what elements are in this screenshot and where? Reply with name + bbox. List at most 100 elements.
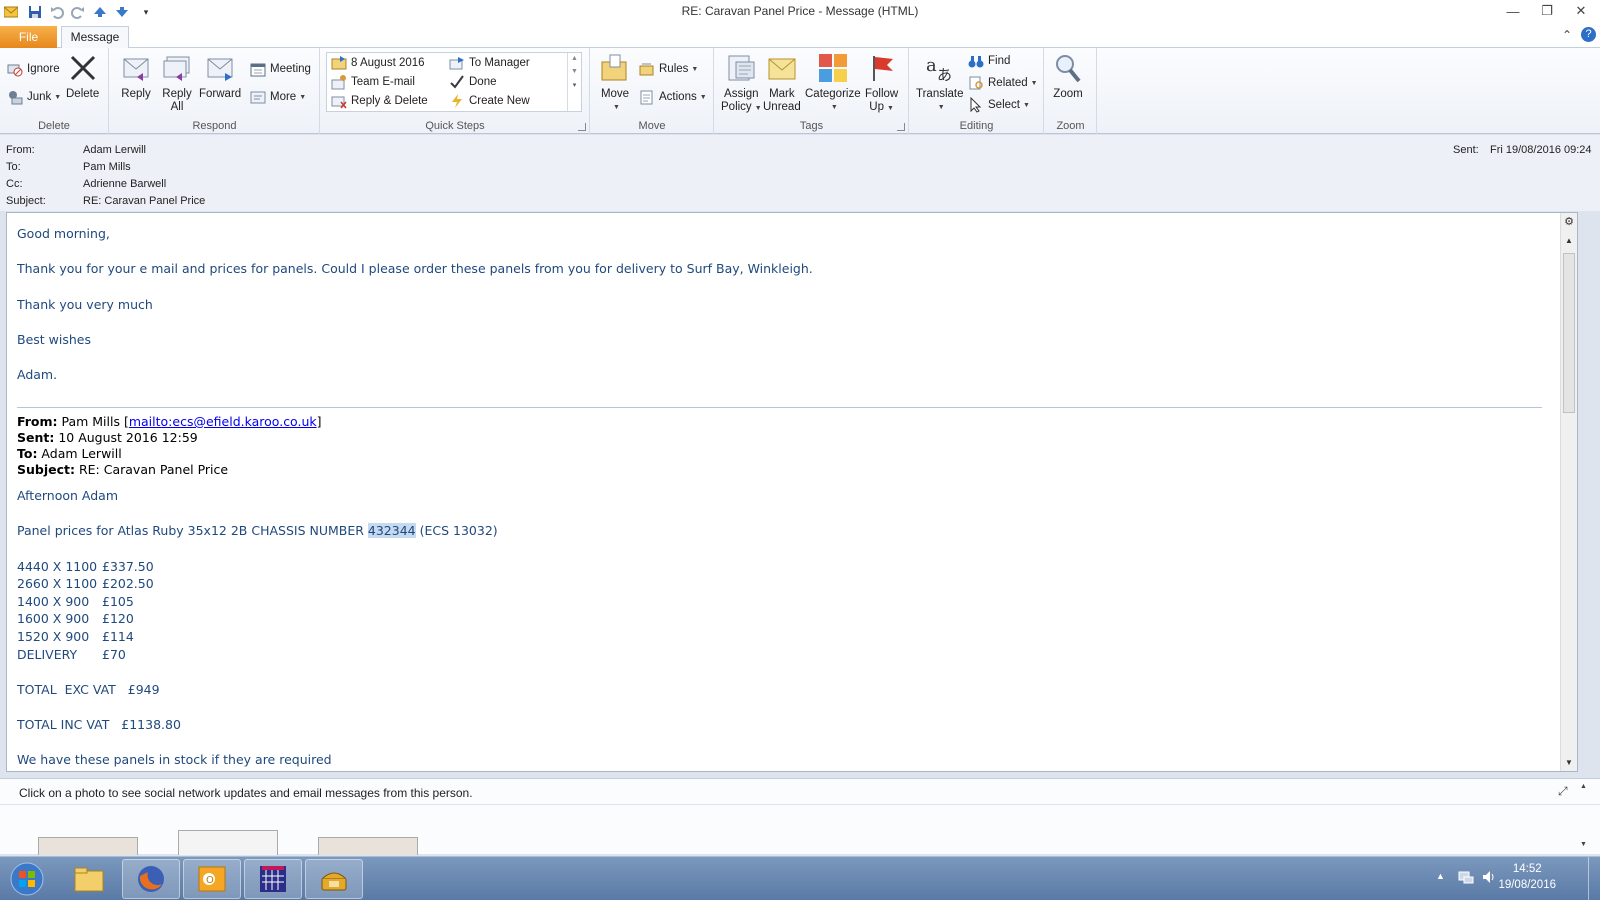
from-label: From: xyxy=(6,144,35,156)
reply-all-icon xyxy=(161,52,193,84)
forward-icon xyxy=(204,52,236,84)
start-button[interactable] xyxy=(2,859,52,899)
follow-up-button[interactable]: Follow Up ▼ xyxy=(865,52,898,115)
total-exc-vat: TOTAL EXC VAT £949 xyxy=(17,682,160,697)
scroll-down-icon[interactable]: ▼ xyxy=(1580,841,1587,848)
zoom-group: Zoom Zoom xyxy=(1045,48,1097,134)
delete-icon xyxy=(67,52,99,84)
ignore-icon xyxy=(7,61,23,77)
phone-app-taskbar-button[interactable] xyxy=(305,859,363,899)
related-icon xyxy=(968,75,984,91)
related-button[interactable]: Related ▼ xyxy=(968,74,1038,92)
quick-steps-scroll[interactable]: ▲ ▼ ▾ xyxy=(567,53,581,111)
contact-photo-placeholder[interactable] xyxy=(178,830,278,855)
expand-gallery-icon[interactable]: ▾ xyxy=(568,81,581,89)
assign-policy-button[interactable]: Assign Policy ▼ xyxy=(721,52,762,115)
collapse-icon[interactable]: ▲ xyxy=(1580,783,1587,790)
reply-all-button[interactable]: Reply All xyxy=(161,52,193,114)
meeting-button[interactable]: Meeting xyxy=(250,60,311,78)
zoom-button[interactable]: Zoom xyxy=(1052,52,1084,101)
restore-button[interactable]: ❐ xyxy=(1530,0,1564,22)
ignore-button[interactable]: Ignore xyxy=(7,60,60,78)
quick-step-reply-delete[interactable]: Reply & Delete xyxy=(331,92,428,110)
scroll-down-icon[interactable]: ▼ xyxy=(568,68,581,75)
chassis-number-selection[interactable]: 432344 xyxy=(367,523,416,538)
explorer-taskbar-button[interactable] xyxy=(60,859,118,899)
divider xyxy=(0,804,1600,805)
body-cut-line: We have these panels in stock if they ar… xyxy=(17,752,332,767)
quick-step-8-august[interactable]: 8 August 2016 xyxy=(331,54,425,72)
actions-button[interactable]: Actions ▼ xyxy=(639,88,707,106)
message-body[interactable]: Good morning, Thank you for your e mail … xyxy=(6,212,1578,772)
close-button[interactable]: ✕ xyxy=(1564,0,1598,22)
outlook-taskbar-button[interactable]: O xyxy=(183,859,241,899)
tags-group: Assign Policy ▼ Mark Unread Categorize ▼ … xyxy=(715,48,909,134)
zoom-group-label: Zoom xyxy=(1056,120,1085,132)
quick-step-to-manager[interactable]: To Manager xyxy=(449,54,530,72)
delete-button[interactable]: Delete xyxy=(66,52,99,101)
show-desktop-button[interactable] xyxy=(1588,857,1600,900)
quick-step-done[interactable]: Done xyxy=(449,73,497,91)
chevron-down-icon: ▼ xyxy=(1022,101,1030,109)
total-inc-vat: TOTAL INC VAT £1138.80 xyxy=(17,717,181,732)
ribbon: Ignore Junk ▼ Delete Delete Reply Reply A… xyxy=(0,48,1600,134)
help-icon[interactable]: ? xyxy=(1581,27,1596,42)
cc-value[interactable]: Adrienne Barwell xyxy=(83,178,166,190)
price-row: 2660 X 1100 £202.50 xyxy=(17,576,154,591)
move-button[interactable]: Move ▼ xyxy=(599,52,631,114)
rules-button[interactable]: Rules ▼ xyxy=(639,60,698,78)
scroll-up-icon[interactable]: ▲ xyxy=(1561,233,1577,247)
reply-button[interactable]: Reply xyxy=(120,52,152,101)
panel-prices-line: Panel prices for Atlas Ruby 35x12 2B CHA… xyxy=(17,523,498,538)
grid-app-icon xyxy=(260,866,286,892)
system-clock[interactable]: 14:52 19/08/2016 xyxy=(1498,861,1556,893)
scroll-up-icon[interactable]: ▲ xyxy=(568,55,581,62)
afternoon-greeting: Afternoon Adam xyxy=(17,488,119,503)
quoted-to: To: Adam Lerwill xyxy=(17,446,122,461)
scroll-thumb[interactable] xyxy=(1563,253,1575,413)
view-settings-icon[interactable]: ⚙ xyxy=(1561,214,1577,228)
expand-icon[interactable]: ⤢ xyxy=(1558,784,1568,799)
body-line-1: Thank you for your e mail and prices for… xyxy=(17,261,813,276)
translate-button[interactable]: aあ Translate ▼ xyxy=(916,52,964,114)
firefox-taskbar-button[interactable] xyxy=(122,859,180,899)
tab-message[interactable]: Message xyxy=(61,26,129,49)
network-icon[interactable] xyxy=(1458,869,1474,888)
find-button[interactable]: Find xyxy=(968,52,1010,70)
body-line-3: Best wishes xyxy=(17,332,91,347)
quoted-subject: Subject: RE: Caravan Panel Price xyxy=(17,462,229,477)
categorize-button[interactable]: Categorize ▼ xyxy=(805,52,861,114)
select-button[interactable]: Select ▼ xyxy=(968,96,1030,114)
title-bar: ▾ RE: Caravan Panel Price - Message (HTM… xyxy=(0,0,1600,24)
follow-up-flag-icon xyxy=(866,52,898,84)
price-row: 1520 X 900 £114 xyxy=(17,629,134,644)
quick-step-create-new[interactable]: Create New xyxy=(449,92,530,110)
delete-group: Ignore Junk ▼ Delete Delete xyxy=(0,48,109,134)
tab-file[interactable]: File xyxy=(0,26,57,48)
show-hidden-icons[interactable]: ▲ xyxy=(1436,871,1445,881)
more-button[interactable]: More ▼ xyxy=(250,88,306,106)
dialog-launcher-icon[interactable] xyxy=(578,123,586,131)
quick-step-team-email[interactable]: Team E-mail xyxy=(331,73,415,91)
minimize-button[interactable]: — xyxy=(1496,0,1530,22)
price-row: 1600 X 900 £120 xyxy=(17,611,134,626)
mark-unread-button[interactable]: Mark Unread xyxy=(763,52,801,114)
from-value[interactable]: Adam Lerwill xyxy=(83,144,146,156)
chevron-down-icon: ▼ xyxy=(937,104,945,111)
chevron-down-icon: ▼ xyxy=(830,104,838,111)
minimize-ribbon-icon[interactable]: ⌃ xyxy=(1562,28,1572,42)
to-value[interactable]: Pam Mills xyxy=(83,161,131,173)
scroll-down-icon[interactable]: ▼ xyxy=(1561,755,1577,769)
contact-photo[interactable] xyxy=(38,837,138,855)
junk-button[interactable]: Junk ▼ xyxy=(7,88,61,106)
body-scrollbar[interactable]: ⚙ ▲ ▼ xyxy=(1560,213,1577,771)
svg-text:a: a xyxy=(926,55,937,76)
volume-icon[interactable] xyxy=(1481,869,1497,888)
app-taskbar-button[interactable] xyxy=(244,859,302,899)
firefox-icon xyxy=(138,866,164,892)
mailto-link[interactable]: mailto:ecs@efield.karoo.co.uk xyxy=(129,414,317,429)
forward-button[interactable]: Forward xyxy=(199,52,241,101)
contact-photo[interactable] xyxy=(318,837,418,855)
dialog-launcher-icon[interactable] xyxy=(897,123,905,131)
sent-value: Fri 19/08/2016 09:24 xyxy=(1490,144,1592,156)
